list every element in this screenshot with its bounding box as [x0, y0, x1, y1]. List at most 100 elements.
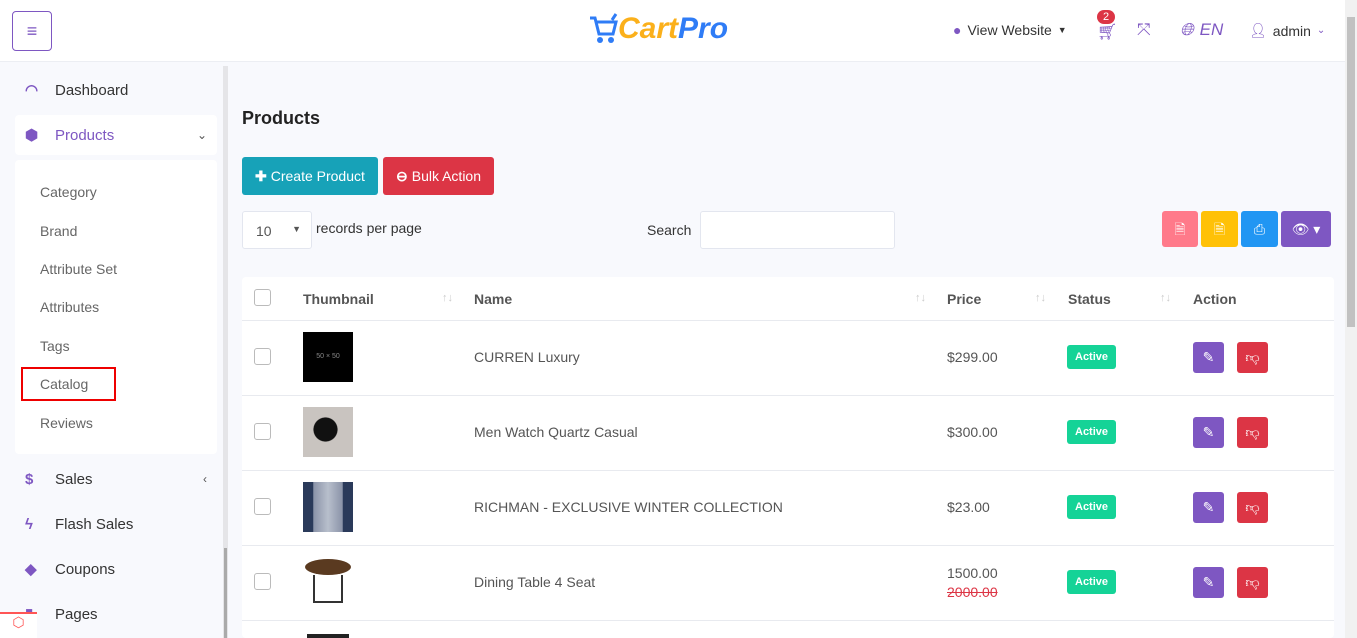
fullscreen-icon[interactable]: ⤧ — [1137, 20, 1151, 40]
product-thumbnail — [303, 482, 353, 532]
product-name: Dining Table 4 Seat — [474, 574, 596, 590]
submenu-reviews[interactable]: Reviews — [40, 415, 93, 431]
header-status[interactable]: Status — [1068, 291, 1111, 307]
table-row: RICHMAN - EXCLUSIVE WINTER COLLECTION $2… — [242, 470, 1334, 546]
sidebar-scrollbar[interactable] — [223, 66, 228, 638]
brand-part1: Cart — [618, 12, 679, 45]
product-thumbnail — [307, 634, 349, 638]
eye-icon: 👁︎ ▾ — [1291, 221, 1321, 237]
sidebar: ◠ Dashboard ⬢ Products ⌄ Category Brand Att… — [0, 62, 225, 638]
submenu-brand[interactable]: Brand — [40, 223, 77, 239]
row-checkbox[interactable] — [254, 348, 271, 365]
header-price[interactable]: Price — [947, 291, 981, 307]
page-scrollbar[interactable] — [1345, 0, 1357, 638]
row-checkbox[interactable] — [254, 573, 271, 590]
chevron-down-icon: ⌄ — [196, 128, 207, 142]
edit-button[interactable]: ✎ — [1193, 567, 1224, 598]
sidebar-item-coupons[interactable]: ◆ Coupons — [15, 549, 217, 589]
product-name: RICHMAN - EXCLUSIVE WINTER COLLECTION — [474, 499, 783, 515]
deactivate-button[interactable]: 👎︎ — [1237, 342, 1268, 373]
sidebar-toggle-button[interactable]: ≡ — [12, 11, 52, 51]
export-pdf-button[interactable]: 🗎︎ — [1162, 211, 1198, 247]
sidebar-item-sales[interactable]: $ Sales ‹ — [15, 459, 217, 499]
sort-icon[interactable]: ↑↓ — [1035, 292, 1046, 304]
header-action: Action — [1193, 291, 1237, 307]
product-thumbnail — [303, 407, 353, 457]
products-submenu: Category Brand Attribute Set Attributes … — [15, 160, 217, 454]
caret-down-icon: ▼ — [1057, 25, 1067, 35]
thumbs-down-icon: 👎︎ — [1245, 574, 1260, 590]
bulk-action-label: Bulk Action — [411, 168, 481, 184]
tags-icon: ◆ — [25, 561, 37, 578]
product-price: $23.00 — [947, 499, 990, 515]
product-price: $299.00 — [947, 349, 998, 365]
user-name: admin — [1272, 22, 1311, 39]
create-product-button[interactable]: ✚ Create Product — [242, 157, 378, 195]
table-row: Men Watch Quartz Casual $300.00 Active ✎… — [242, 395, 1334, 471]
sidebar-item-label: Products — [55, 126, 115, 144]
chevron-left-icon: ‹ — [203, 472, 207, 486]
sort-icon[interactable]: ↑↓ — [915, 292, 926, 304]
cart-count-badge: 2 — [1097, 10, 1116, 24]
deactivate-button[interactable]: 👎︎ — [1237, 492, 1268, 523]
table-row: Dining Table 4 Seat 1500.00 2000.00 Acti… — [242, 545, 1334, 621]
status-badge[interactable]: Active — [1067, 495, 1117, 519]
edit-button[interactable]: ✎ — [1193, 342, 1224, 373]
cart-icon[interactable]: 🛒︎ — [1097, 22, 1117, 42]
caret-down-icon: ▼ — [292, 224, 301, 234]
records-per-page-label: records per page — [316, 220, 422, 236]
bulk-action-button[interactable]: ⊖ Bulk Action — [383, 157, 494, 195]
deactivate-button[interactable]: 👎︎ — [1237, 567, 1268, 598]
status-badge[interactable]: Active — [1067, 420, 1117, 444]
view-website-label: View Website — [967, 22, 1052, 38]
top-header: ≡ Cart Pro ● View Website ▼ 🛒︎ 2 ⤧ 🌐︎ EN 👤︎ a… — [0, 0, 1345, 62]
status-badge[interactable]: Active — [1067, 570, 1117, 594]
deactivate-button[interactable]: 👎︎ — [1237, 417, 1268, 448]
user-menu[interactable]: 👤︎ admin ⌄ — [1249, 22, 1325, 39]
row-checkbox[interactable] — [254, 498, 271, 515]
sidebar-item-dashboard[interactable]: ◠ Dashboard — [15, 70, 217, 110]
sort-icon[interactable]: ↑↓ — [442, 292, 453, 304]
laravel-debugbar-icon[interactable]: ⬡ — [0, 612, 37, 638]
page-title: Products — [242, 108, 321, 128]
row-checkbox[interactable] — [254, 423, 271, 440]
search-input[interactable] — [700, 211, 895, 249]
product-price: $300.00 — [947, 424, 998, 440]
cartpro-logo[interactable]: Cart Pro — [588, 12, 728, 46]
column-visibility-button[interactable]: 👁︎ ▾ — [1281, 211, 1331, 247]
box-icon: ⬢ — [25, 127, 39, 144]
export-csv-button[interactable]: 🗎︎ — [1201, 211, 1238, 247]
records-value: 10 — [256, 223, 272, 239]
submenu-category[interactable]: Category — [40, 184, 97, 200]
globe-icon: 🌐︎ — [1180, 20, 1194, 39]
search-label: Search — [647, 222, 692, 238]
submenu-attributes[interactable]: Attributes — [40, 299, 99, 315]
status-badge[interactable]: Active — [1067, 345, 1117, 369]
product-old-price: 2000.00 — [947, 584, 998, 600]
edit-button[interactable]: ✎ — [1193, 492, 1224, 523]
view-website-dropdown[interactable]: ● View Website ▼ — [953, 22, 1067, 38]
language-selector[interactable]: 🌐︎ EN — [1180, 20, 1223, 40]
edit-button[interactable]: ✎ — [1193, 417, 1224, 448]
header-thumbnail[interactable]: Thumbnail — [303, 291, 374, 307]
product-name: Men Watch Quartz Casual — [474, 424, 638, 440]
file-icon: 🗎︎ — [1213, 221, 1226, 237]
dashboard-icon: ◠ — [25, 82, 39, 99]
records-per-page-select[interactable]: 10 ▼ — [242, 211, 312, 249]
product-thumbnail: 50 × 50 — [303, 332, 353, 382]
sidebar-item-pages[interactable]: ▮Pages — [15, 594, 217, 634]
sidebar-item-products[interactable]: ⬢ Products ⌄ — [15, 115, 217, 155]
cart-logo-icon — [590, 13, 618, 43]
submenu-attribute-set[interactable]: Attribute Set — [40, 261, 117, 277]
language-label: EN — [1199, 20, 1224, 39]
print-button[interactable]: ⎙ — [1241, 211, 1278, 247]
catalog-highlight — [21, 367, 116, 401]
sidebar-item-flash-sales[interactable]: ϟ Flash Sales — [15, 504, 217, 544]
pencil-icon: ✎ — [1202, 424, 1215, 440]
sort-icon[interactable]: ↑↓ — [1160, 292, 1171, 304]
submenu-tags[interactable]: Tags — [40, 338, 70, 354]
sidebar-item-label: Pages — [55, 605, 98, 623]
select-all-checkbox[interactable] — [254, 289, 271, 306]
header-name[interactable]: Name — [474, 291, 512, 307]
sidebar-item-label: Coupons — [55, 560, 116, 578]
